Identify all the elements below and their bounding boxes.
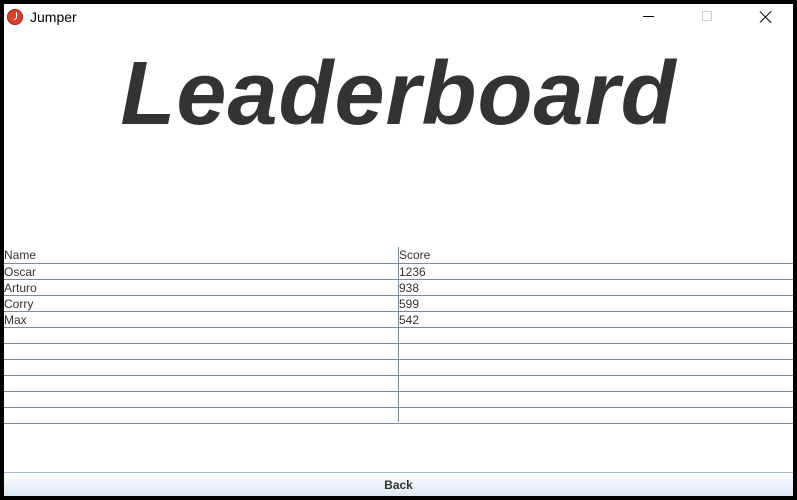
- minimize-button[interactable]: [626, 4, 672, 30]
- cell-name: [4, 392, 397, 407]
- cell-name: Max: [4, 313, 27, 327]
- cell-score: 542: [399, 313, 420, 327]
- cell-score: 938: [399, 281, 420, 295]
- cell-score: [399, 376, 789, 391]
- cell-name: [4, 360, 397, 375]
- cell-name: [4, 328, 397, 343]
- cell-name: [4, 344, 397, 359]
- cell-score: [399, 408, 789, 423]
- window-title: Jumper: [30, 9, 77, 25]
- cell-score: [399, 344, 789, 359]
- back-button[interactable]: Back: [4, 472, 793, 496]
- cell-score: [399, 360, 789, 375]
- cell-score: [399, 328, 789, 343]
- cell-name: [4, 408, 397, 423]
- title-bar[interactable]: Jumper: [4, 4, 793, 32]
- maximize-button[interactable]: [685, 4, 731, 30]
- close-icon: [759, 10, 773, 24]
- cell-name: [4, 376, 397, 391]
- column-divider: [398, 247, 399, 422]
- cell-score: 1236: [399, 265, 426, 279]
- cell-name: Corry: [4, 297, 34, 311]
- column-header-score[interactable]: Score: [399, 247, 789, 263]
- cell-score: 599: [399, 297, 420, 311]
- close-button[interactable]: [743, 4, 789, 30]
- app-icon: [7, 9, 23, 25]
- app-window: Jumper Leaderboard Name Score Oscar 1236 A…: [0, 0, 797, 500]
- leaderboard-table: Name Score Oscar 1236 Arturo 938 Corry 599 Max…: [4, 247, 793, 424]
- cell-score: [399, 392, 789, 407]
- page-title: Leaderboard: [120, 44, 677, 144]
- minimize-icon: [643, 16, 654, 17]
- maximize-icon: [702, 11, 712, 21]
- column-header-name[interactable]: Name: [4, 247, 397, 263]
- cell-name: Arturo: [4, 281, 37, 295]
- cell-name: Oscar: [4, 265, 37, 279]
